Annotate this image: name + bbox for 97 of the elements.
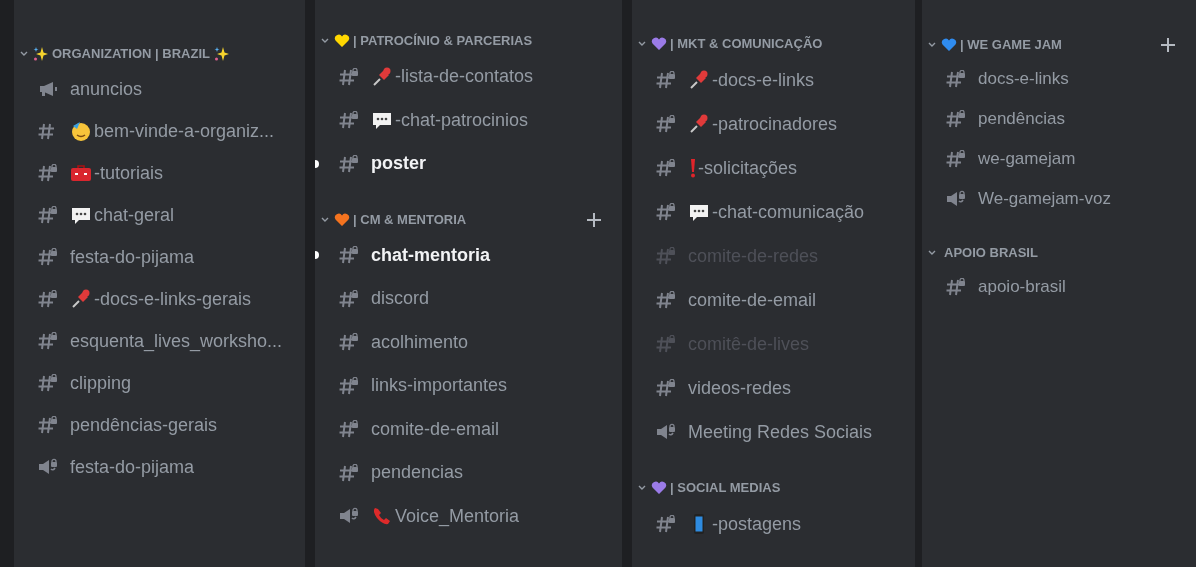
pushpin-icon <box>688 69 710 91</box>
channel-item[interactable]: pendencias <box>371 459 464 487</box>
locked-hash-icon <box>339 111 359 130</box>
channel-item[interactable]: chat-mentoria <box>371 241 491 269</box>
channel-item[interactable]: docs-e-links <box>978 66 1069 92</box>
channel-item[interactable]: links-importantes <box>371 372 508 400</box>
channel-item[interactable]: -docs-e-links <box>688 66 815 94</box>
channel-item[interactable]: -chat-comunicação <box>688 198 865 226</box>
locked-hash-icon <box>656 115 676 133</box>
locked-hash-icon <box>656 203 676 221</box>
channel-item[interactable]: acolhimento <box>371 328 469 356</box>
channel-item[interactable]: -chat-patrocinios <box>371 106 529 134</box>
channel-item[interactable]: pendências-gerais <box>70 411 218 439</box>
exclamation-icon <box>688 157 698 179</box>
locked-speaker-icon <box>339 507 359 526</box>
locked-hash-icon <box>656 291 676 309</box>
sparkles-icon <box>33 46 49 62</box>
channel-item[interactable]: discord <box>371 285 430 313</box>
chevron-down-icon[interactable] <box>321 216 329 223</box>
channel-item[interactable]: We-gamejam-voz <box>978 186 1111 212</box>
heart-icon <box>651 481 667 495</box>
locked-hash-icon <box>339 289 359 308</box>
channel-item[interactable]: clipping <box>70 369 132 397</box>
category-title[interactable]: | CM & MENTORIA <box>353 209 467 230</box>
chevron-down-icon[interactable] <box>928 42 936 48</box>
megaphone-icon <box>38 80 58 98</box>
locked-hash-icon <box>339 67 359 86</box>
locked-hash-icon <box>339 246 359 265</box>
locked-hash-icon <box>339 463 359 482</box>
smiley-icon <box>70 120 92 142</box>
chevron-down-icon[interactable] <box>638 41 646 47</box>
sparkles-icon <box>213 46 230 62</box>
channel-item[interactable]: apoio-brasil <box>978 274 1066 300</box>
locked-hash-icon <box>38 248 58 266</box>
locked-hash-icon <box>38 164 58 182</box>
channel-item[interactable]: comite-de-email <box>688 286 817 314</box>
channel-item[interactable]: videos-redes <box>688 374 792 402</box>
locked-hash-icon <box>656 515 676 533</box>
pushpin-icon <box>70 288 92 310</box>
channel-item[interactable]: Voice_Mentoria <box>371 502 520 530</box>
locked-hash-icon <box>656 379 676 397</box>
locked-hash-icon <box>946 150 966 168</box>
locked-hash-icon <box>38 416 58 434</box>
heart-icon <box>941 38 957 52</box>
category-title[interactable]: APOIO BRASIL <box>944 243 1038 263</box>
channel-item[interactable]: we-gamejam <box>978 146 1076 172</box>
heart-icon <box>334 212 350 227</box>
channel-item[interactable]: poster <box>371 150 426 178</box>
add-channel-icon[interactable] <box>586 211 602 228</box>
channel-item[interactable]: -patrocinadores <box>688 110 838 138</box>
pushpin-icon <box>371 65 393 88</box>
locked-hash-icon <box>38 206 58 224</box>
channel-item[interactable]: comite-de-email <box>371 415 500 443</box>
channel-item[interactable]: -solicitações <box>688 154 798 182</box>
toolbox-icon <box>70 162 92 184</box>
pushpin-icon <box>688 113 710 135</box>
chevron-down-icon[interactable] <box>321 38 329 44</box>
channel-item[interactable]: chat-geral <box>70 201 175 229</box>
chevron-down-icon[interactable] <box>638 485 646 491</box>
heart-icon <box>651 37 667 51</box>
locked-hash-icon <box>946 110 966 128</box>
channel-item[interactable]: bem-vinde-a-organiz... <box>70 117 275 145</box>
channel-item[interactable]: -postagens <box>688 510 802 538</box>
category-title[interactable]: | PATROCÍNIO & PARCERIAS <box>353 31 533 51</box>
locked-hash-icon <box>656 335 676 353</box>
category-title[interactable]: | WE GAME JAM <box>960 35 1062 55</box>
channel-item[interactable]: -lista-de-contatos <box>371 63 534 91</box>
locked-hash-icon <box>339 154 359 173</box>
chevron-down-icon[interactable] <box>20 51 28 57</box>
locked-hash-icon <box>656 247 676 265</box>
locked-hash-icon <box>656 159 676 177</box>
channel-item[interactable]: festa-do-pijama <box>70 243 195 271</box>
channel-item[interactable]: Meeting Redes Sociais <box>688 418 873 446</box>
locked-hash-icon <box>946 278 966 296</box>
channel-item[interactable]: -tutoriais <box>70 159 164 187</box>
channel-item[interactable]: festa-do-pijama <box>70 453 195 481</box>
category-title[interactable]: | SOCIAL MEDIAS <box>670 478 781 498</box>
category-title[interactable]: ORGANIZATION | BRAZIL <box>52 44 210 64</box>
locked-speaker-icon <box>946 190 966 208</box>
locked-hash-icon <box>946 70 966 88</box>
locked-hash-icon <box>339 333 359 352</box>
chevron-down-icon[interactable] <box>928 250 936 256</box>
category-title[interactable]: | MKT & COMUNICAÇÃO <box>670 34 823 54</box>
heart-icon <box>334 34 350 48</box>
locked-speaker-icon <box>38 458 58 476</box>
locked-hash-icon <box>38 332 58 350</box>
channel-item[interactable]: pendências <box>978 106 1065 132</box>
locked-hash-icon <box>339 376 359 395</box>
locked-hash-icon <box>38 374 58 392</box>
locked-hash-icon <box>656 71 676 89</box>
locked-hash-icon <box>339 420 359 439</box>
locked-speaker-icon <box>656 423 676 441</box>
locked-hash-icon <box>38 290 58 308</box>
channel-item[interactable]: anuncios <box>70 75 143 103</box>
add-channel-icon[interactable] <box>1160 37 1176 53</box>
channel-item[interactable]: -docs-e-links-gerais <box>70 285 252 313</box>
channel-item[interactable]: esquenta_lives_worksho... <box>70 327 283 355</box>
